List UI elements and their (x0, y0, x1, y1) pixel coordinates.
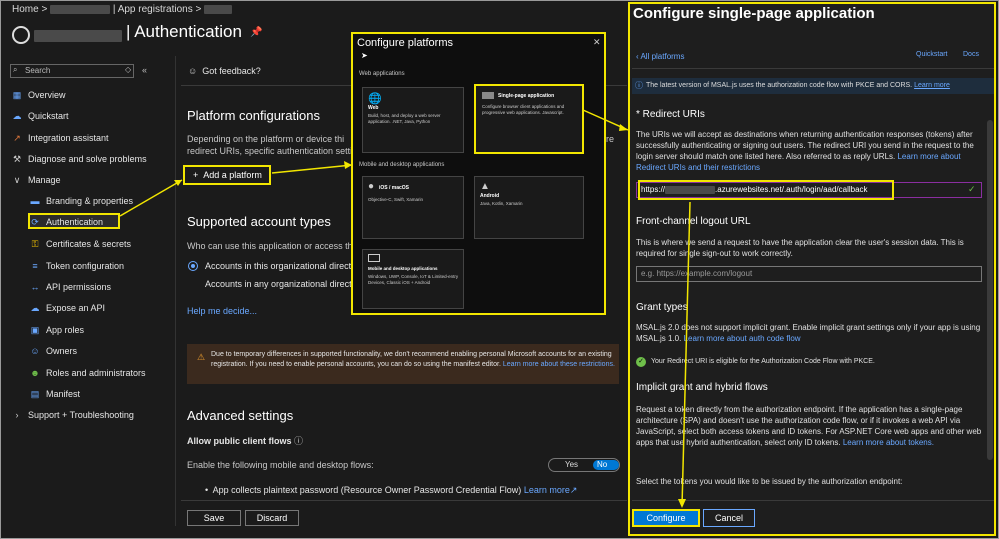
arrow-auth-to-add (119, 179, 183, 217)
arrowhead-1 (174, 180, 182, 186)
annotation-arrows (119, 109, 691, 508)
arrowhead-4 (678, 499, 686, 508)
arrowhead-3 (619, 124, 628, 131)
arrowhead-2 (344, 161, 352, 169)
arrow-uri-to-configure (681, 201, 691, 507)
arrow-add-to-platforms (271, 164, 353, 174)
